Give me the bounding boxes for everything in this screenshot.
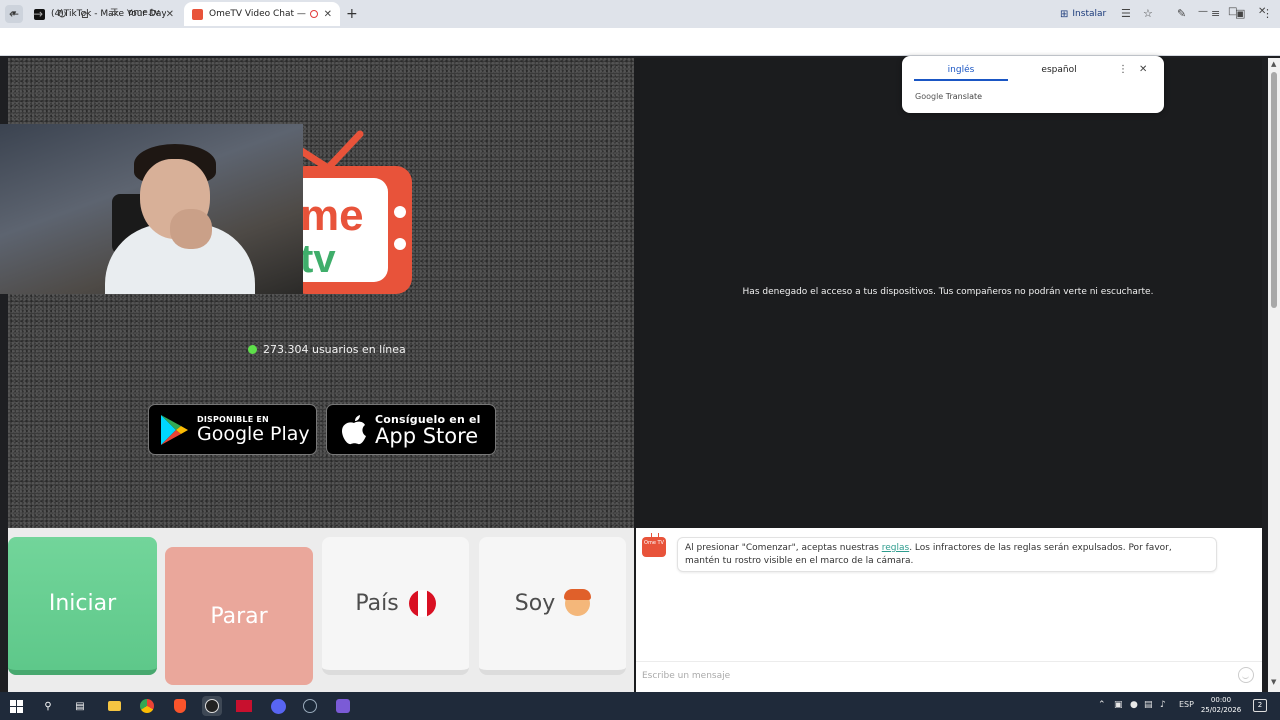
message-input-bar <box>636 661 1262 689</box>
translate-icon[interactable]: ☰ <box>1121 7 1131 21</box>
profile-icon[interactable]: ▣ <box>1235 7 1245 21</box>
google-play-large-text: Google Play <box>197 422 310 445</box>
page-scrollbar[interactable]: ▲ ▼ <box>1268 58 1280 692</box>
extensions-icon[interactable]: ✎ <box>1177 7 1186 21</box>
network-icon[interactable]: ▤ <box>1144 700 1153 710</box>
address-bar <box>0 28 1280 56</box>
game-icon[interactable] <box>234 696 254 716</box>
search-icon[interactable]: ⚲ <box>38 696 58 716</box>
google-translate-brand: Google Translate <box>915 92 982 101</box>
google-play-icon <box>161 414 188 445</box>
notifications-icon[interactable]: 2 <box>1253 699 1267 712</box>
boy-avatar-icon <box>564 589 592 616</box>
brave-icon[interactable] <box>170 696 190 716</box>
scroll-down-arrow-icon[interactable]: ▼ <box>1271 678 1276 686</box>
google-play-badge[interactable]: DISPONIBLE EN Google Play <box>148 404 317 455</box>
ometv-logo: me tv <box>290 130 412 294</box>
brand-google: Google <box>915 92 944 101</box>
back-arrow-icon[interactable]: ← <box>9 6 19 22</box>
tab-title: OmeTV Video Chat — Ome <box>209 9 308 19</box>
browser-menu-icon[interactable]: ⋮ <box>1262 7 1273 21</box>
translate-tab-target[interactable]: español <box>1012 65 1106 75</box>
minimize-window-button[interactable]: — <box>1198 6 1208 17</box>
apple-icon <box>342 414 366 444</box>
close-icon[interactable]: ✕ <box>1139 64 1147 75</box>
gender-label: Soy <box>514 591 556 616</box>
close-tab-icon[interactable]: ✕ <box>166 9 174 20</box>
rules-link[interactable]: reglas <box>882 543 909 553</box>
peru-flag-icon <box>408 590 436 617</box>
start-icon[interactable] <box>6 696 26 716</box>
emoji-icon[interactable] <box>1238 667 1254 683</box>
clock-date: 25/02/2026 <box>1200 706 1242 714</box>
tray-overflow-icon[interactable]: ⌃ <box>1098 700 1106 710</box>
translate-tab-source[interactable]: inglés <box>914 65 1008 75</box>
microphone-icon[interactable]: ● <box>1130 700 1138 710</box>
install-label: Instalar <box>1072 9 1107 19</box>
task-view-icon[interactable]: ▤ <box>70 696 90 716</box>
gender-selector-button[interactable]: Soy <box>479 537 626 675</box>
rules-message-bubble: Al presionar "Comenzar", aceptas nuestra… <box>677 537 1217 572</box>
url-field[interactable]: ome.tv <box>128 8 160 18</box>
bookmark-star-icon[interactable]: ☆ <box>1143 7 1153 21</box>
stop-button[interactable]: Parar <box>165 547 313 685</box>
close-tab-icon[interactable]: ✕ <box>324 9 332 20</box>
country-selector-button[interactable]: País <box>322 537 469 675</box>
start-label: Iniciar <box>48 591 117 616</box>
system-clock[interactable]: 00:00 25/02/2026 <box>1198 695 1244 715</box>
reading-list-icon[interactable]: ≡ <box>1211 7 1220 21</box>
home-icon[interactable]: ⌂ <box>81 6 89 22</box>
scroll-up-arrow-icon[interactable]: ▲ <box>1271 60 1276 68</box>
self-camera-preview <box>0 124 303 294</box>
app-icon[interactable] <box>333 696 353 716</box>
chrome-icon[interactable] <box>137 696 157 716</box>
logo-text-tv: tv <box>300 237 336 281</box>
translate-options-icon[interactable]: ⋮ <box>1118 64 1128 75</box>
new-tab-button[interactable]: + <box>346 5 358 23</box>
steam-icon[interactable] <box>300 696 320 716</box>
online-status-dot-icon <box>248 345 257 354</box>
country-label: País <box>355 591 399 616</box>
recording-indicator-icon <box>309 10 318 18</box>
brand-translate: Translate <box>945 92 983 101</box>
clock-time: 00:00 <box>1210 696 1232 704</box>
tray-app-icon[interactable]: ▣ <box>1114 700 1123 710</box>
message-input[interactable] <box>642 668 1232 684</box>
discord-icon[interactable] <box>268 696 288 716</box>
person-hand <box>170 209 212 249</box>
ometv-favicon-icon <box>192 8 203 20</box>
rules-prefix: Al presionar "Comenzar", aceptas nuestra… <box>685 543 882 553</box>
online-users-counter: 273.304 usuarios en línea <box>248 343 406 356</box>
app-store-large-text: App Store <box>375 423 479 448</box>
tab-ometv[interactable]: OmeTV Video Chat — Ome ✕ <box>184 2 340 26</box>
online-count-text: 273.304 usuarios en línea <box>263 343 406 356</box>
ometv-chat-logo-icon: Ome TV <box>642 533 666 557</box>
app-store-badge[interactable]: Consíguelo en el App Store <box>326 404 496 455</box>
language-indicator[interactable]: ESP <box>1179 700 1194 709</box>
start-button[interactable]: Iniciar <box>8 537 157 675</box>
site-info-icon[interactable]: ☰ <box>110 8 118 18</box>
install-app-button[interactable]: ⊞ Instalar <box>1060 6 1106 22</box>
windows-taskbar <box>0 692 1280 720</box>
scrollbar-thumb[interactable] <box>1271 72 1277 308</box>
obs-icon[interactable] <box>202 696 222 716</box>
reload-icon[interactable]: ↻ <box>57 6 67 22</box>
forward-arrow-icon[interactable]: → <box>33 6 43 22</box>
file-explorer-icon[interactable] <box>104 696 124 716</box>
install-icon: ⊞ <box>1060 8 1069 20</box>
stop-label: Parar <box>210 603 268 629</box>
logo-text-me: me <box>300 191 364 240</box>
volume-icon[interactable]: ♪ <box>1160 700 1166 710</box>
google-translate-popup: inglés español ⋮ ✕ Google Translate <box>902 56 1164 113</box>
active-tab-underline <box>914 79 1008 81</box>
device-denied-message: Has denegado el acceso a tus dispositivo… <box>742 287 1154 297</box>
